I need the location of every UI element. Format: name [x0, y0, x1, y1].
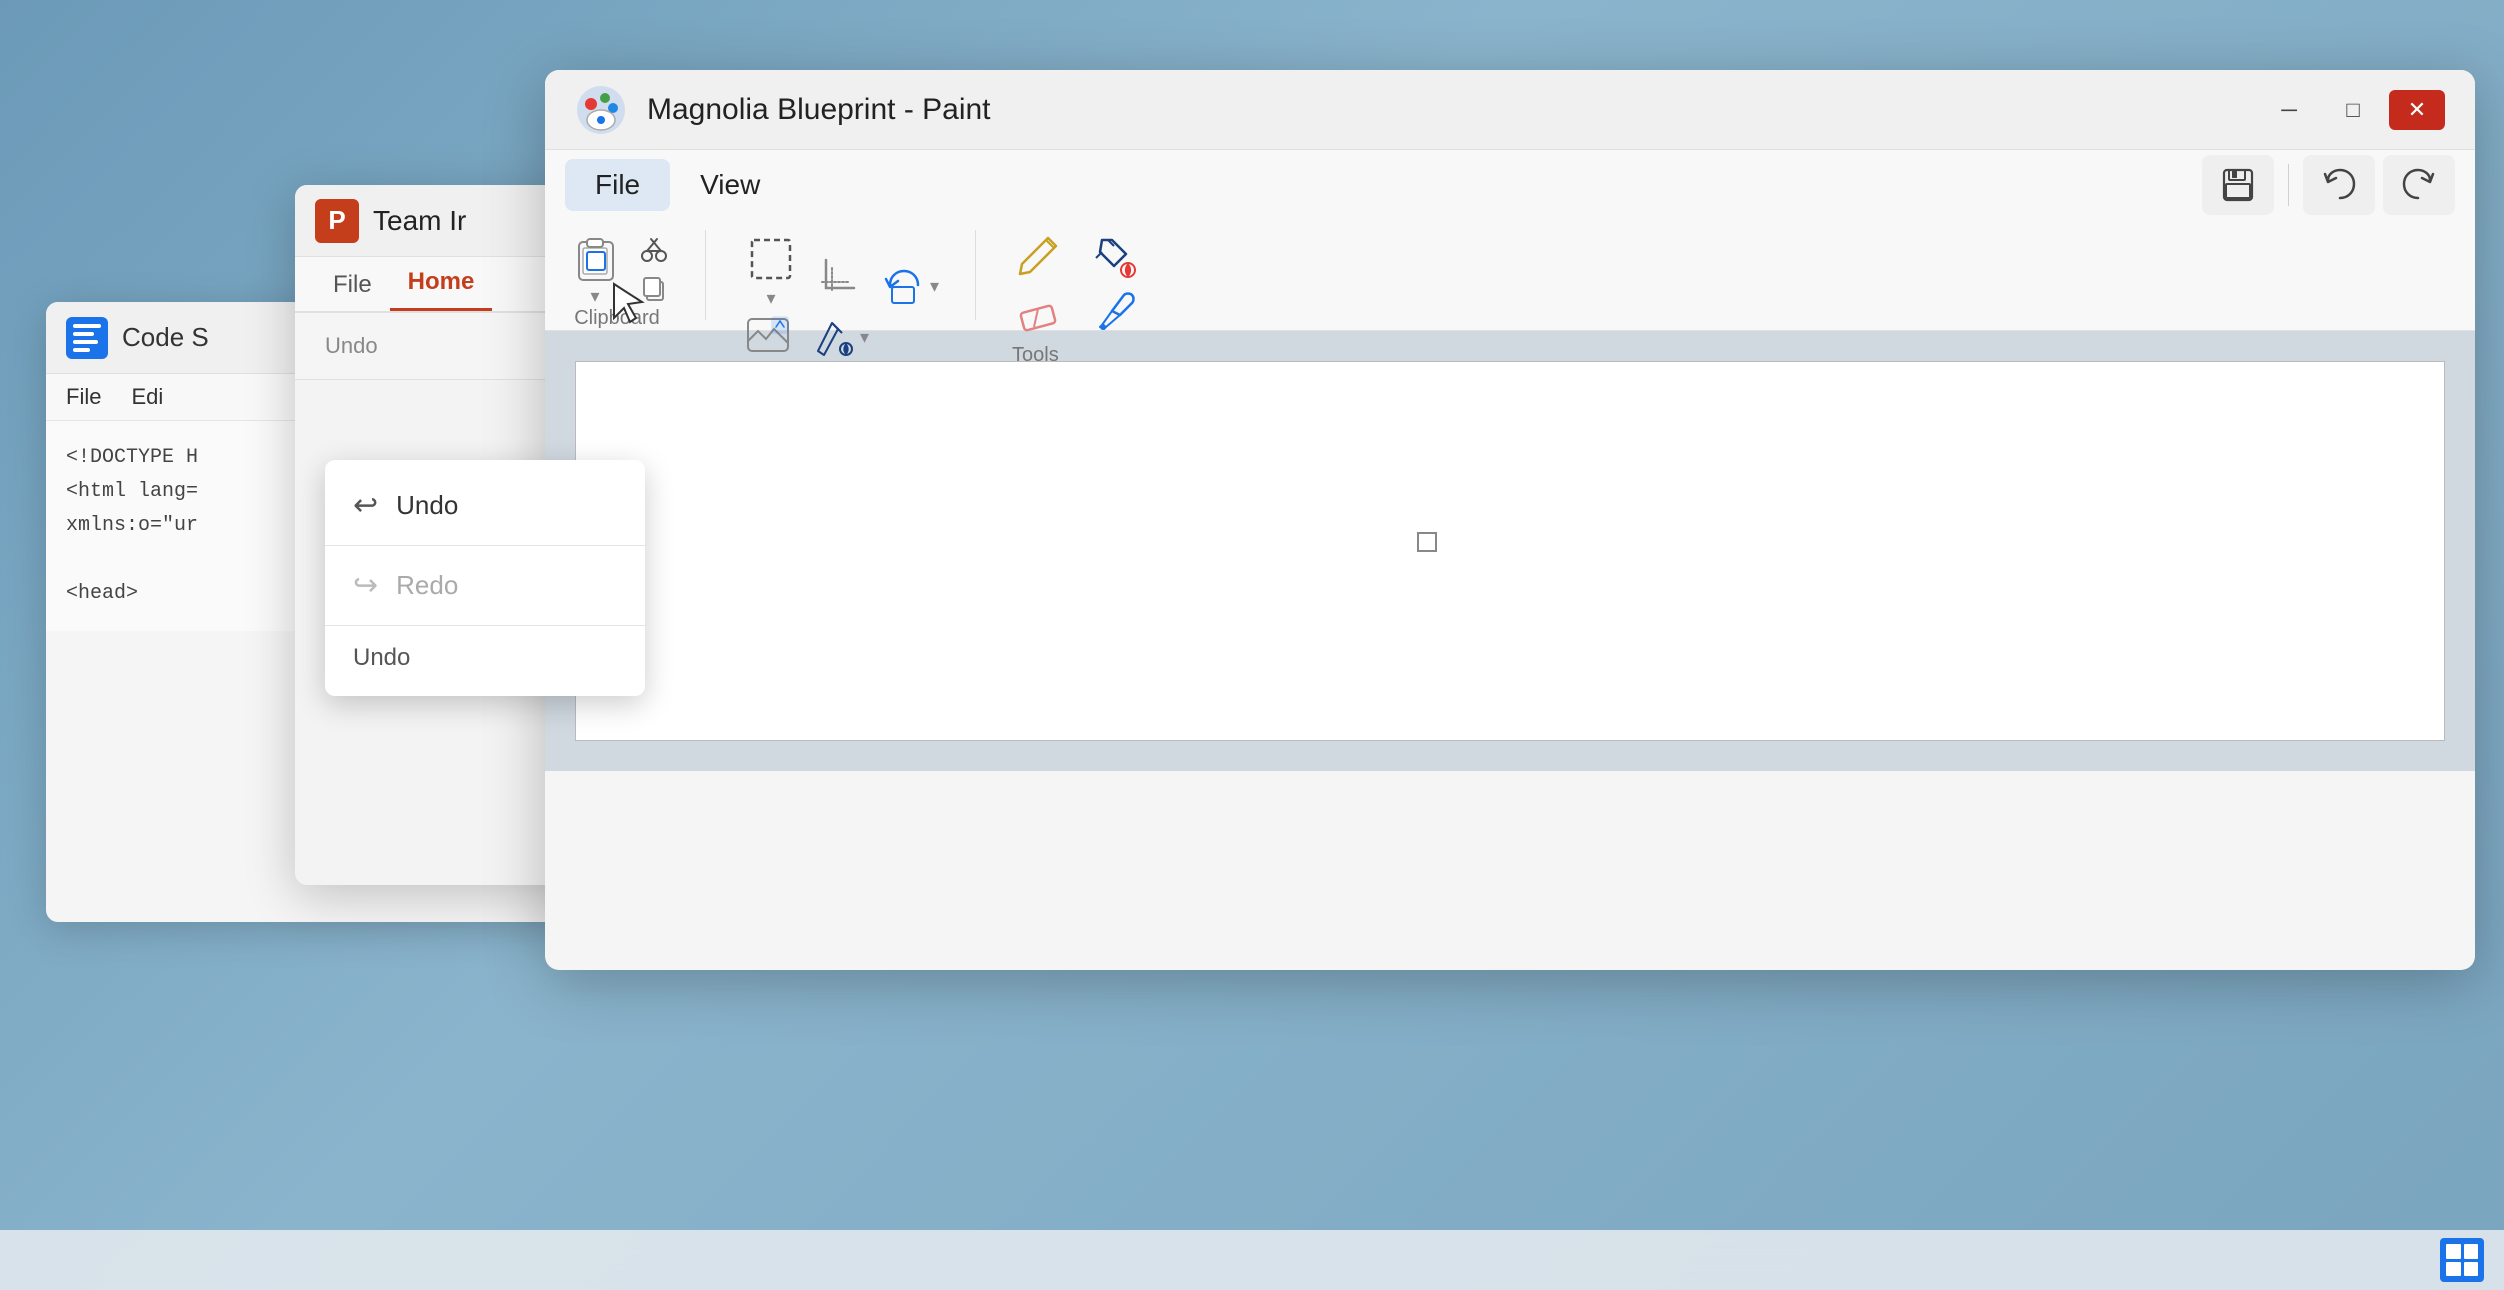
eyedropper-icon	[1088, 287, 1140, 339]
redo-icon	[2400, 166, 2438, 204]
ppt-app-icon: P	[315, 199, 359, 243]
grid-cell-2	[2464, 1244, 2479, 1259]
paste-btn[interactable]: ▾	[565, 230, 625, 307]
paste-chevron: ▾	[590, 286, 599, 307]
canvas-small-square	[1417, 532, 1437, 552]
redo-button[interactable]	[2383, 155, 2455, 215]
cut-button[interactable]	[639, 234, 669, 264]
fill-btn[interactable]: ▾	[810, 315, 869, 361]
rotate-chevron: ▾	[930, 276, 939, 297]
undo-item-undo[interactable]: ↩ Undo	[325, 470, 645, 541]
paint-canvas-area	[545, 331, 2475, 771]
redo-icon: ↪	[353, 568, 378, 603]
ppt-ribbon-label: Undo	[325, 333, 378, 359]
image-ai-btn[interactable]	[742, 309, 794, 366]
undo-dropdown: ↩ Undo ↪ Redo Undo	[325, 460, 645, 696]
code-app-icon	[66, 317, 108, 359]
scissors-icon	[639, 234, 669, 264]
bucket-icon	[1088, 230, 1140, 282]
close-button[interactable]: ✕	[2389, 90, 2445, 130]
rotate-icon	[880, 263, 926, 309]
ppt-window-title: Team Ir	[373, 205, 466, 237]
cut-copy-buttons	[639, 234, 669, 302]
crop-icon	[814, 252, 866, 304]
undo-button[interactable]	[2303, 155, 2375, 215]
ppt-tab-home[interactable]: Home	[390, 256, 493, 311]
paint-titlebar: Magnolia Blueprint - Paint ─ □ ✕	[545, 70, 2475, 150]
image-tools-row2: ▾	[742, 309, 869, 366]
paint-ribbon: File View	[545, 150, 2475, 331]
paint-window-title: Magnolia Blueprint - Paint	[647, 93, 2241, 127]
undo-divider-2	[325, 625, 645, 626]
paint-window-buttons: ─ □ ✕	[2261, 90, 2445, 130]
grid-cell-3	[2446, 1262, 2461, 1277]
save-button[interactable]	[2202, 155, 2274, 215]
paint-canvas[interactable]	[575, 361, 2445, 741]
pencil-icon	[1012, 230, 1064, 282]
tools-row2	[1012, 287, 1140, 344]
code-menu-edit[interactable]: Edi	[131, 384, 163, 410]
desktop: Code S File Edi <!DOCTYPE H <html lang= …	[0, 0, 2504, 1290]
crop-btn[interactable]	[814, 252, 866, 309]
code-menu-file[interactable]: File	[66, 384, 101, 410]
undo-divider	[325, 545, 645, 546]
undo-icon: ↩	[353, 488, 378, 523]
rotate-btn[interactable]: ▾	[880, 263, 939, 309]
undo-icon	[2320, 166, 2358, 204]
image-tools-row1: ▾	[742, 230, 939, 309]
minimize-button[interactable]: ─	[2261, 90, 2317, 130]
windows-grid-icon[interactable]	[2440, 1238, 2484, 1282]
select-chevron: ▾	[766, 288, 775, 309]
clipboard-group: ▾	[565, 230, 706, 320]
clipboard-tools: ▾	[565, 230, 669, 307]
paint-menu-view[interactable]: View	[670, 159, 790, 211]
paste-icon	[565, 230, 625, 290]
undo-item-redo: ↪ Redo	[325, 550, 645, 621]
fill-chevron: ▾	[860, 327, 869, 348]
redo-label: Redo	[396, 570, 458, 601]
copy-icon	[639, 272, 669, 302]
tools-row1	[1012, 230, 1140, 287]
image-ai-icon	[742, 309, 794, 361]
paint-window: Magnolia Blueprint - Paint ─ □ ✕ File Vi…	[545, 70, 2475, 970]
undo-footer: Undo	[325, 630, 645, 686]
bucket-tool-btn[interactable]	[1088, 230, 1140, 287]
paint-menu-left: File View	[565, 159, 790, 211]
maximize-button[interactable]: □	[2325, 90, 2381, 130]
ppt-tab-file[interactable]: File	[315, 259, 390, 311]
copy-button[interactable]	[639, 272, 669, 302]
undo-label: Undo	[396, 490, 458, 521]
grid-cell-4	[2464, 1262, 2479, 1277]
paint-app-icon	[575, 84, 627, 136]
taskbar	[0, 1230, 2504, 1290]
paint-toolbar: ▾	[545, 220, 2475, 330]
code-window-title: Code S	[122, 322, 209, 353]
paint-menurow: File View	[545, 150, 2475, 220]
image-group: ▾	[706, 230, 976, 320]
paint-menu-file[interactable]: File	[565, 159, 670, 211]
select-tool-btn[interactable]: ▾	[742, 230, 800, 309]
color-picker-btn[interactable]	[1088, 287, 1140, 344]
grid-cell-1	[2446, 1244, 2461, 1259]
eraser-icon	[1012, 287, 1064, 339]
paint-quick-actions	[2202, 155, 2455, 215]
quick-separator	[2288, 164, 2289, 206]
save-icon	[2219, 166, 2257, 204]
marquee-select-icon	[742, 230, 800, 288]
pencil-btn[interactable]	[1012, 230, 1064, 287]
eraser-btn[interactable]	[1012, 287, 1064, 344]
tools-group: Tools	[976, 230, 1176, 320]
fill-icon	[810, 315, 856, 361]
clipboard-label: Clipboard	[565, 307, 669, 330]
